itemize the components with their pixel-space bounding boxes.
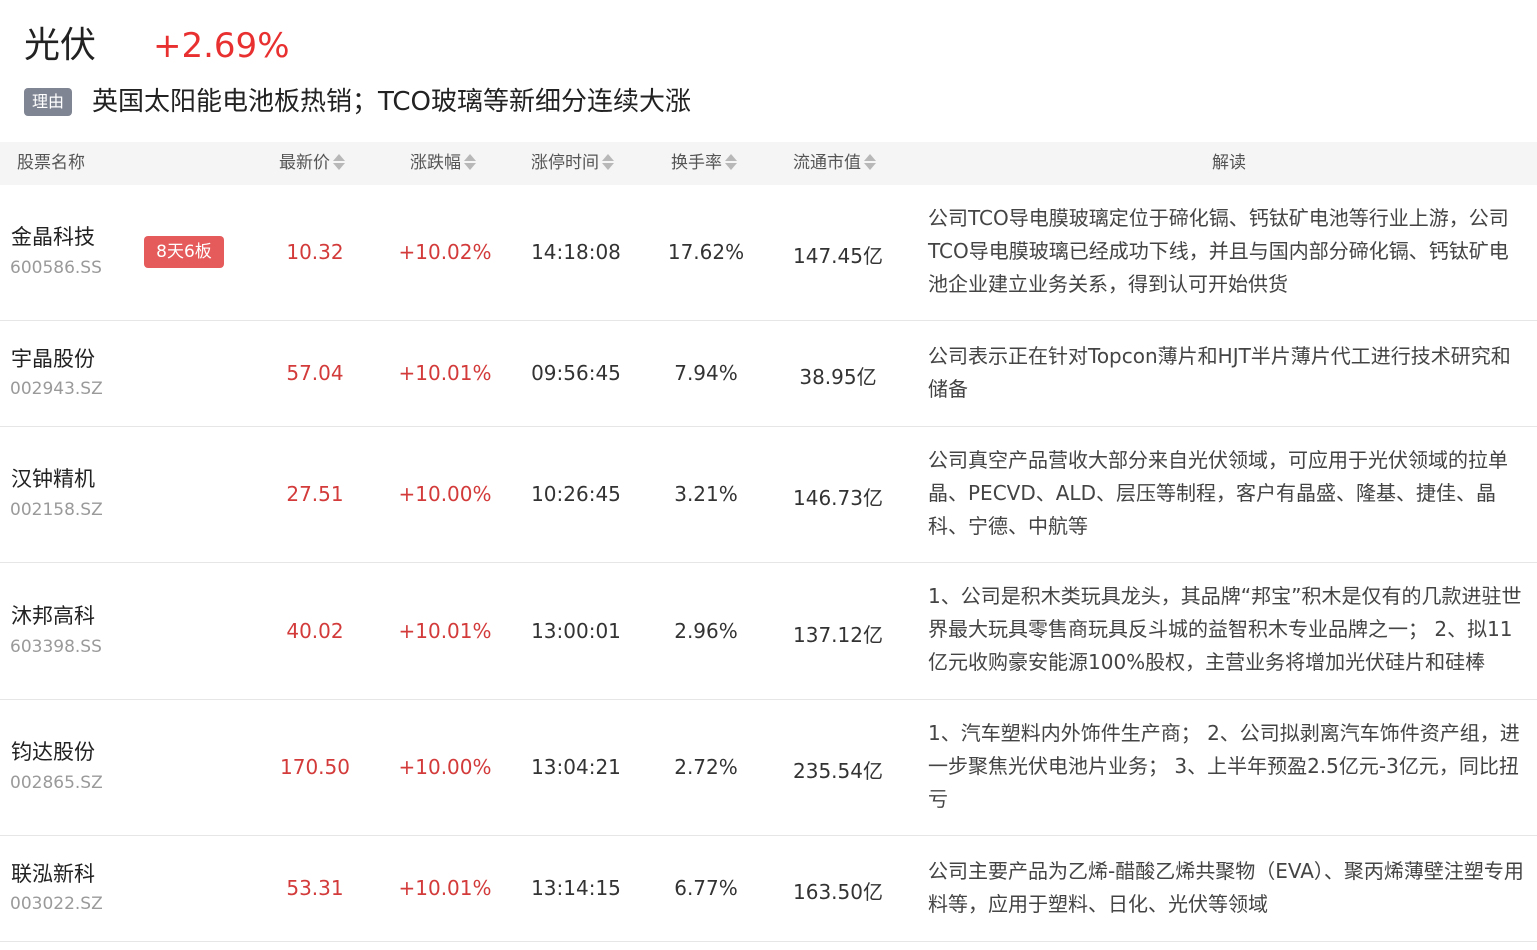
stock-name[interactable]: 宇晶股份 [11,343,95,373]
limit-up-time: 13:00:01 [531,619,621,643]
consecutive-limit-badge: 8天6板 [144,236,224,268]
column-description-label: 解读 [1212,153,1246,173]
stock-interpretation: 公司主要产品为乙烯-醋酸乙烯共聚物（EVA）、聚丙烯薄壁注塑专用料等，应用于塑料… [928,859,1524,916]
price-change: +10.01% [398,876,492,900]
sort-updown-icon [333,153,345,171]
column-stock-name-label: 股票名称 [17,153,85,173]
column-price-label: 最新价 [279,153,330,173]
column-limit-time-label: 涨停时间 [531,153,599,173]
turnover-rate: 3.21% [674,482,738,506]
price-change: +10.00% [398,755,492,779]
stock-interpretation: 1、汽车塑料内外饰件生产商； 2、公司拟剥离汽车饰件资产组，进一步聚焦光伏电池片… [928,721,1520,811]
turnover-rate: 2.72% [674,755,738,779]
price-change: +10.00% [398,482,492,506]
column-turnover-label: 换手率 [671,153,722,173]
sort-updown-icon [602,153,614,171]
stock-name[interactable]: 沐邦高科 [11,600,95,630]
stock-interpretation: 公司表示正在针对Topcon薄片和HJT半片薄片代工进行技术研究和储备 [928,344,1511,401]
column-turnover-sort[interactable]: 换手率 [671,142,737,185]
column-change-sort[interactable]: 涨跌幅 [410,142,476,185]
table-row[interactable]: 联泓新科 003022.SZ 53.31 +10.01% 13:14:15 6.… [0,836,1537,942]
stock-interpretation: 公司真空产品营收大部分来自光伏领域，可应用于光伏领域的拉单晶、PECVD、ALD… [928,448,1508,538]
stock-code: 603398.SS [10,637,102,657]
sort-updown-icon [864,153,876,171]
table-row[interactable]: 汉钟精机 002158.SZ 27.51 +10.00% 10:26:45 3.… [0,427,1537,563]
column-market-cap-label: 流通市值 [793,153,861,173]
stock-name[interactable]: 钧达股份 [11,736,95,766]
limit-up-time: 09:56:45 [531,361,621,385]
stock-code: 002943.SZ [10,379,103,399]
column-description: 解读 [1212,142,1246,185]
reason-tag: 理由 [24,88,72,116]
turnover-rate: 6.77% [674,876,738,900]
limit-up-time: 13:14:15 [531,876,621,900]
table-row[interactable]: 宇晶股份 002943.SZ 57.04 +10.01% 09:56:45 7.… [0,321,1537,427]
stock-name[interactable]: 联泓新科 [11,858,95,888]
price-change: +10.02% [398,240,492,264]
circulating-market-cap: 163.50亿 [793,880,883,904]
stock-code: 002158.SZ [10,500,103,520]
circulating-market-cap: 146.73亿 [793,486,883,510]
latest-price: 170.50 [280,755,350,779]
latest-price: 10.32 [286,240,344,264]
stock-code: 600586.SS [10,258,102,278]
circulating-market-cap: 38.95亿 [799,365,877,389]
price-change: +10.01% [398,619,492,643]
sector-header: 光伏 +2.69% 理由 英国太阳能电池板热销；TCO玻璃等新细分连续大涨 [0,0,1537,142]
latest-price: 27.51 [286,482,344,506]
sort-updown-icon [725,153,737,171]
table-row[interactable]: 钧达股份 002865.SZ 170.50 +10.00% 13:04:21 2… [0,700,1537,836]
latest-price: 53.31 [286,876,344,900]
column-market-cap-sort[interactable]: 流通市值 [793,142,876,185]
turnover-rate: 2.96% [674,619,738,643]
column-price-sort[interactable]: 最新价 [279,142,345,185]
column-change-label: 涨跌幅 [410,153,461,173]
table-row[interactable]: 沐邦高科 603398.SS 40.02 +10.01% 13:00:01 2.… [0,563,1537,700]
price-change: +10.01% [398,361,492,385]
circulating-market-cap: 137.12亿 [793,623,883,647]
turnover-rate: 7.94% [674,361,738,385]
circulating-market-cap: 235.54亿 [793,759,883,783]
stock-interpretation: 1、公司是积木类玩具龙头，其品牌“邦宝”积木是仅有的几款进驻世界最大玩具零售商玩… [928,584,1522,674]
latest-price: 57.04 [286,361,344,385]
column-stock-name: 股票名称 [17,142,85,185]
stock-name[interactable]: 汉钟精机 [11,463,95,493]
sector-title: 光伏 [24,25,97,66]
table-row[interactable]: 金晶科技 600586.SS 8天6板 10.32 +10.02% 14:18:… [0,185,1537,321]
limit-up-time: 13:04:21 [531,755,621,779]
limit-up-time: 10:26:45 [531,482,621,506]
sort-updown-icon [464,153,476,171]
circulating-market-cap: 147.45亿 [793,244,883,268]
reason-text: 英国太阳能电池板热销；TCO玻璃等新细分连续大涨 [92,87,691,117]
limit-up-time: 14:18:08 [531,240,621,264]
latest-price: 40.02 [286,619,344,643]
stock-code: 003022.SZ [10,894,103,914]
turnover-rate: 17.62% [667,240,745,264]
stock-code: 002865.SZ [10,773,103,793]
stock-interpretation: 公司TCO导电膜玻璃定位于碲化镉、钙钛矿电池等行业上游，公司TCO导电膜玻璃已经… [928,206,1509,296]
stock-name[interactable]: 金晶科技 [11,221,95,251]
sector-change: +2.69% [153,26,290,66]
column-limit-time-sort[interactable]: 涨停时间 [531,142,614,185]
table-header: 股票名称 最新价 涨跌幅 涨停时间 换手率 流通市值 解读 [0,142,1537,185]
